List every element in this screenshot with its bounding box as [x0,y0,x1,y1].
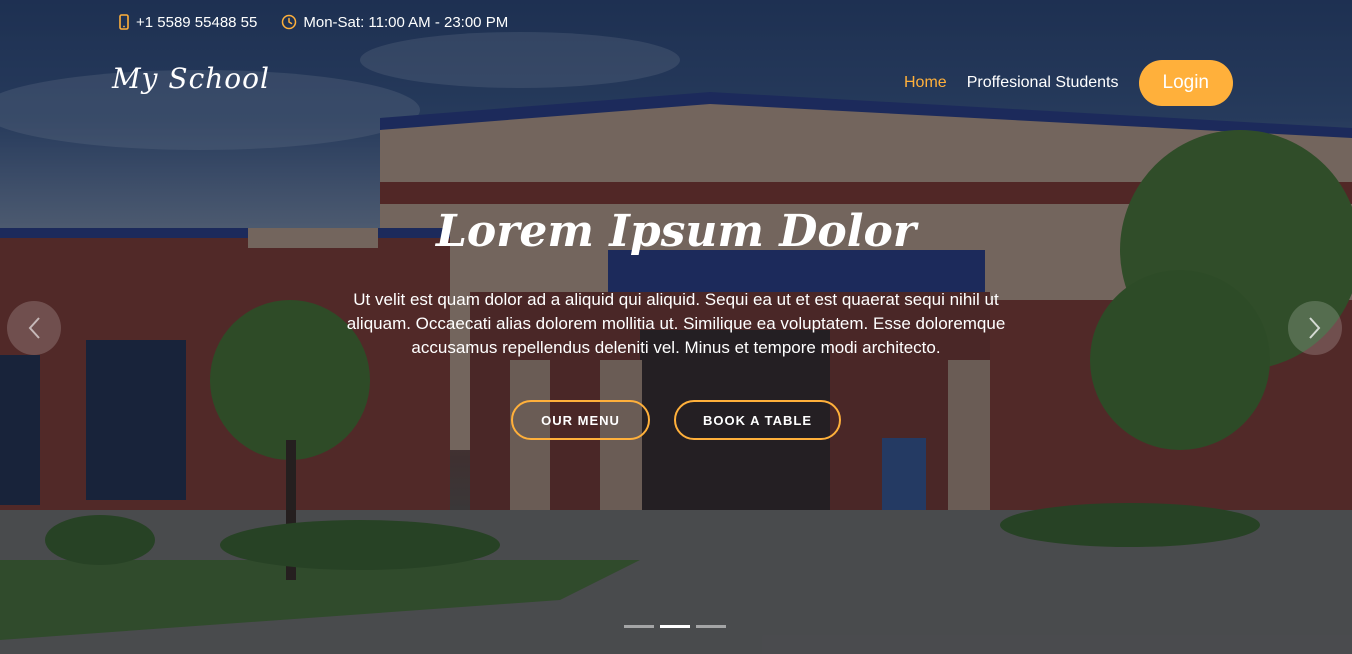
chevron-left-icon [28,317,40,339]
nav-proffesional-students[interactable]: Proffesional Students [967,74,1119,92]
book-table-button[interactable]: BOOK A TABLE [674,400,841,440]
clock-icon [282,14,297,30]
carousel-indicator-2[interactable] [660,625,690,628]
hero-buttons: OUR MENU BOOK A TABLE [326,400,1026,440]
topbar-hours: Mon-Sat: 11:00 AM - 23:00 PM [281,14,508,31]
carousel-indicators [624,625,732,628]
topbar-phone: +1 5589 55488 55 [118,14,257,31]
hero-content: Lorem Ipsum Dolor Ut velit est quam dolo… [326,206,1026,440]
topbar: +1 5589 55488 55 Mon-Sat: 11:00 AM - 23:… [118,10,532,34]
carousel-prev-button[interactable] [7,301,61,355]
main-nav: Home Proffesional Students Login [904,60,1233,106]
carousel-next-button[interactable] [1288,301,1342,355]
carousel-indicator-3[interactable] [696,625,726,628]
login-button[interactable]: Login [1138,60,1233,106]
site-logo[interactable]: My School [112,62,270,95]
hero-description: Ut velit est quam dolor ad a aliquid qui… [346,290,1006,357]
carousel-indicator-1[interactable] [624,625,654,628]
hero-title: Lorem Ipsum Dolor [435,206,917,257]
our-menu-button[interactable]: OUR MENU [511,400,650,440]
chevron-right-icon [1309,317,1321,339]
phone-icon [119,14,129,30]
phone-number: +1 5589 55488 55 [136,13,258,31]
nav-home[interactable]: Home [904,74,947,92]
opening-hours: Mon-Sat: 11:00 AM - 23:00 PM [303,13,509,31]
